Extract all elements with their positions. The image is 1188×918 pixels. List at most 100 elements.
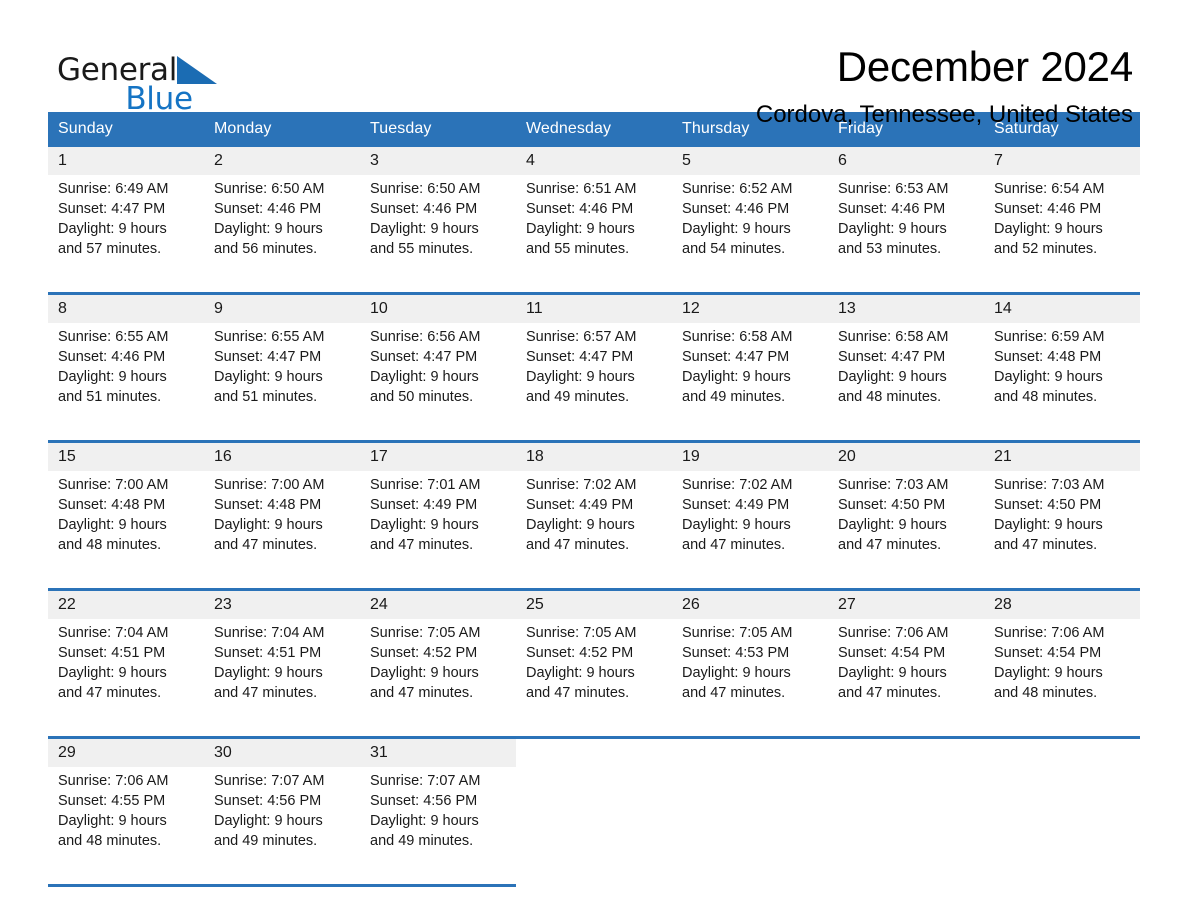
day-number[interactable]: 31 xyxy=(360,737,516,767)
day-cell[interactable]: Sunrise: 7:07 AM Sunset: 4:56 PM Daylight:… xyxy=(360,767,516,873)
day-number[interactable]: 12 xyxy=(672,293,828,323)
day-number[interactable]: 22 xyxy=(48,589,204,619)
day-cell[interactable]: Sunrise: 6:58 AM Sunset: 4:47 PM Daylight:… xyxy=(828,323,984,429)
day-number[interactable]: 25 xyxy=(516,589,672,619)
calendar-cell-empty xyxy=(984,767,1140,873)
day-daylight2-text: and 55 minutes. xyxy=(370,241,474,257)
day-cell[interactable]: Sunrise: 7:04 AM Sunset: 4:51 PM Daylight:… xyxy=(204,619,360,725)
day-sunrise-text: Sunrise: 6:49 AM xyxy=(58,181,169,197)
day-cell[interactable]: Sunrise: 6:51 AM Sunset: 4:46 PM Daylight:… xyxy=(516,175,672,281)
day-cell[interactable]: Sunrise: 6:55 AM Sunset: 4:46 PM Daylight:… xyxy=(48,323,204,429)
day-sunset-text: Sunset: 4:49 PM xyxy=(682,497,790,513)
weekday-header-wednesday: Wednesday xyxy=(516,112,672,147)
day-number[interactable]: 30 xyxy=(204,737,360,767)
calendar-week-separator xyxy=(48,873,1140,887)
day-number[interactable]: 11 xyxy=(516,293,672,323)
day-number[interactable]: 3 xyxy=(360,147,516,175)
day-number[interactable]: 9 xyxy=(204,293,360,323)
day-sunset-text: Sunset: 4:47 PM xyxy=(370,349,478,365)
day-cell[interactable]: Sunrise: 7:00 AM Sunset: 4:48 PM Daylight:… xyxy=(48,471,204,577)
day-cell[interactable]: Sunrise: 7:05 AM Sunset: 4:52 PM Daylight:… xyxy=(360,619,516,725)
day-cell[interactable]: Sunrise: 7:02 AM Sunset: 4:49 PM Daylight:… xyxy=(672,471,828,577)
day-number[interactable]: 4 xyxy=(516,147,672,175)
day-number[interactable]: 23 xyxy=(204,589,360,619)
day-number[interactable]: 8 xyxy=(48,293,204,323)
day-cell[interactable]: Sunrise: 6:54 AM Sunset: 4:46 PM Daylight:… xyxy=(984,175,1140,281)
day-cell[interactable]: Sunrise: 7:06 AM Sunset: 4:54 PM Daylight:… xyxy=(828,619,984,725)
day-number[interactable]: 28 xyxy=(984,589,1140,619)
calendar-week-numbers-row: 8 9 10 11 12 13 14 xyxy=(48,293,1140,323)
day-cell[interactable]: Sunrise: 7:05 AM Sunset: 4:53 PM Daylight:… xyxy=(672,619,828,725)
day-sunrise-text: Sunrise: 6:50 AM xyxy=(370,181,481,197)
day-sunrise-text: Sunrise: 6:52 AM xyxy=(682,181,793,197)
calendar-week-numbers-row: 1234567 xyxy=(48,147,1140,175)
day-number[interactable]: 21 xyxy=(984,441,1140,471)
day-number[interactable]: 10 xyxy=(360,293,516,323)
day-cell[interactable]: Sunrise: 6:58 AM Sunset: 4:47 PM Daylight:… xyxy=(672,323,828,429)
day-daylight2-text: and 47 minutes. xyxy=(994,537,1098,553)
day-sunrise-text: Sunrise: 7:00 AM xyxy=(58,477,169,493)
day-sunset-text: Sunset: 4:48 PM xyxy=(994,349,1102,365)
day-daylight1-text: Daylight: 9 hours xyxy=(58,369,167,385)
day-sunrise-text: Sunrise: 7:05 AM xyxy=(370,625,481,641)
day-daylight2-text: and 48 minutes. xyxy=(994,389,1098,405)
day-cell[interactable]: Sunrise: 7:01 AM Sunset: 4:49 PM Daylight:… xyxy=(360,471,516,577)
day-number[interactable]: 14 xyxy=(984,293,1140,323)
day-cell[interactable]: Sunrise: 7:06 AM Sunset: 4:55 PM Daylight:… xyxy=(48,767,204,873)
general-blue-logo[interactable]: General Blue xyxy=(57,52,218,115)
day-cell[interactable]: Sunrise: 6:59 AM Sunset: 4:48 PM Daylight:… xyxy=(984,323,1140,429)
day-cell[interactable]: Sunrise: 7:07 AM Sunset: 4:56 PM Daylight:… xyxy=(204,767,360,873)
day-cell[interactable]: Sunrise: 6:50 AM Sunset: 4:46 PM Daylight:… xyxy=(360,175,516,281)
day-number[interactable]: 18 xyxy=(516,441,672,471)
day-sunrise-text: Sunrise: 7:02 AM xyxy=(682,477,793,493)
day-cell[interactable]: Sunrise: 7:03 AM Sunset: 4:50 PM Daylight:… xyxy=(984,471,1140,577)
day-number[interactable]: 29 xyxy=(48,737,204,767)
day-cell[interactable]: Sunrise: 6:57 AM Sunset: 4:47 PM Daylight:… xyxy=(516,323,672,429)
day-number[interactable]: 2 xyxy=(204,147,360,175)
day-number[interactable]: 17 xyxy=(360,441,516,471)
day-number[interactable]: 24 xyxy=(360,589,516,619)
day-number[interactable]: 15 xyxy=(48,441,204,471)
day-cell[interactable]: Sunrise: 6:50 AM Sunset: 4:46 PM Daylight:… xyxy=(204,175,360,281)
day-number[interactable]: 7 xyxy=(984,147,1140,175)
day-daylight2-text: and 47 minutes. xyxy=(214,537,318,553)
day-sunrise-text: Sunrise: 7:03 AM xyxy=(994,477,1105,493)
day-daylight1-text: Daylight: 9 hours xyxy=(838,665,947,681)
day-daylight1-text: Daylight: 9 hours xyxy=(838,517,947,533)
day-cell[interactable]: Sunrise: 6:55 AM Sunset: 4:47 PM Daylight:… xyxy=(204,323,360,429)
day-daylight1-text: Daylight: 9 hours xyxy=(526,517,635,533)
day-cell[interactable]: Sunrise: 7:04 AM Sunset: 4:51 PM Daylight:… xyxy=(48,619,204,725)
day-number[interactable]: 16 xyxy=(204,441,360,471)
day-cell[interactable]: Sunrise: 7:03 AM Sunset: 4:50 PM Daylight:… xyxy=(828,471,984,577)
day-number[interactable]: 20 xyxy=(828,441,984,471)
day-cell[interactable]: Sunrise: 7:06 AM Sunset: 4:54 PM Daylight:… xyxy=(984,619,1140,725)
day-number[interactable]: 19 xyxy=(672,441,828,471)
day-number[interactable]: 26 xyxy=(672,589,828,619)
day-daylight1-text: Daylight: 9 hours xyxy=(838,221,947,237)
day-cell[interactable]: Sunrise: 7:00 AM Sunset: 4:48 PM Daylight:… xyxy=(204,471,360,577)
day-number[interactable]: 1 xyxy=(48,147,204,175)
day-daylight1-text: Daylight: 9 hours xyxy=(370,517,479,533)
week-divider-rule xyxy=(516,577,672,591)
day-sunset-text: Sunset: 4:47 PM xyxy=(526,349,634,365)
day-number[interactable]: 5 xyxy=(672,147,828,175)
day-daylight1-text: Daylight: 9 hours xyxy=(214,517,323,533)
week-divider-rule xyxy=(516,281,672,295)
day-number[interactable]: 27 xyxy=(828,589,984,619)
day-sunset-text: Sunset: 4:47 PM xyxy=(682,349,790,365)
day-daylight2-text: and 47 minutes. xyxy=(526,537,630,553)
day-daylight2-text: and 47 minutes. xyxy=(58,685,162,701)
day-cell[interactable]: Sunrise: 7:05 AM Sunset: 4:52 PM Daylight:… xyxy=(516,619,672,725)
day-cell[interactable]: Sunrise: 6:56 AM Sunset: 4:47 PM Daylight:… xyxy=(360,323,516,429)
day-cell[interactable]: Sunrise: 6:52 AM Sunset: 4:46 PM Daylight:… xyxy=(672,175,828,281)
day-cell[interactable]: Sunrise: 6:53 AM Sunset: 4:46 PM Daylight:… xyxy=(828,175,984,281)
day-number[interactable]: 13 xyxy=(828,293,984,323)
week-divider-rule xyxy=(984,577,1140,591)
day-cell[interactable]: Sunrise: 6:49 AM Sunset: 4:47 PM Daylight:… xyxy=(48,175,204,281)
day-daylight2-text: and 57 minutes. xyxy=(58,241,162,257)
day-number[interactable]: 6 xyxy=(828,147,984,175)
day-sunset-text: Sunset: 4:52 PM xyxy=(370,645,478,661)
week-divider-blank xyxy=(672,873,828,886)
day-cell[interactable]: Sunrise: 7:02 AM Sunset: 4:49 PM Daylight:… xyxy=(516,471,672,577)
week-divider-rule xyxy=(672,577,828,591)
